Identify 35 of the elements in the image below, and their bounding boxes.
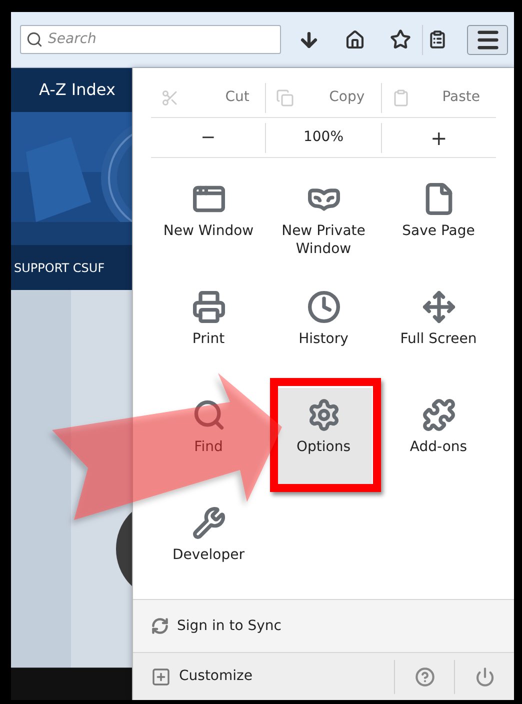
banner-text: SUPPORT CSUF [14, 260, 105, 276]
copy-icon [276, 88, 294, 106]
menu-item[interactable]: New Window [160, 172, 256, 268]
help-icon [414, 666, 434, 686]
menu-item[interactable]: Print [160, 280, 256, 376]
sync-icon [151, 617, 169, 635]
menu-item[interactable]: Save Page [390, 172, 486, 268]
zoom-reset-button[interactable]: 100% [265, 122, 382, 152]
plus-icon [151, 666, 171, 686]
clock-icon [306, 290, 340, 324]
scissors-icon [161, 88, 179, 106]
wrench-icon [192, 506, 226, 540]
menu-item[interactable]: Full Screen [390, 280, 486, 376]
search-icon [26, 31, 43, 48]
power-icon [474, 666, 494, 686]
menu-button[interactable] [467, 24, 508, 54]
nav-link[interactable]: A-Z Index [39, 78, 116, 102]
menu-item[interactable]: Add-ons [390, 388, 486, 484]
zoom-out-button[interactable]: − [151, 122, 266, 152]
search-field[interactable]: Search [20, 25, 281, 54]
move-icon [422, 290, 456, 324]
menu-item[interactable]: History [276, 280, 372, 376]
clipboard-icon [392, 88, 410, 106]
search-input[interactable]: Search [48, 29, 275, 50]
search-icon [192, 398, 226, 432]
home-icon [345, 30, 366, 50]
menu-item[interactable]: New Private Window [276, 172, 372, 268]
star-icon [390, 29, 412, 50]
clipboard-list-icon [428, 30, 447, 49]
sync-button[interactable]: Sign in to Sync [151, 616, 282, 636]
printer-icon [192, 290, 226, 324]
zoom-in-button[interactable]: + [382, 122, 496, 152]
gear-icon [306, 398, 340, 432]
puzzle-icon [422, 398, 456, 432]
menu-item[interactable]: Developer [160, 496, 256, 592]
